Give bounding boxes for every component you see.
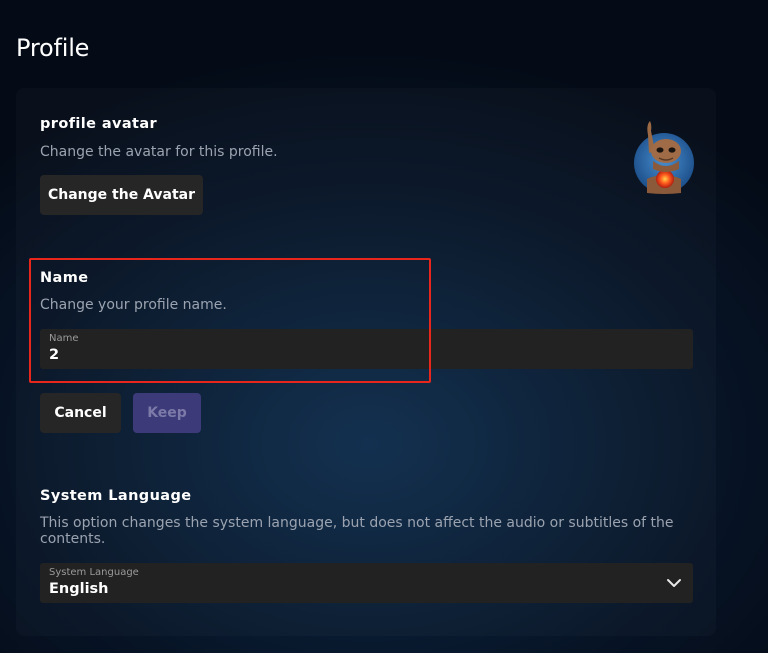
system-language-label: System Language (49, 567, 139, 578)
chevron-down-icon[interactable] (665, 574, 683, 592)
language-section-description: This option changes the system language,… (40, 515, 674, 547)
name-field-label: Name (49, 333, 79, 344)
name-field-value[interactable]: 2 (49, 346, 59, 364)
alien-character-avatar-icon (634, 121, 694, 194)
name-field[interactable]: Name 2 (40, 329, 693, 369)
change-avatar-button[interactable]: Change the Avatar (40, 175, 203, 215)
name-section-title: Name (40, 270, 89, 286)
avatar-section-title: profile avatar (40, 116, 158, 132)
keep-button[interactable]: Keep (133, 393, 201, 433)
page-title: Profile (16, 34, 90, 62)
cancel-button[interactable]: Cancel (40, 393, 121, 433)
language-section-title: System Language (40, 488, 192, 504)
avatar (633, 121, 695, 195)
avatar-section-description: Change the avatar for this profile. (40, 144, 278, 160)
system-language-value: English (49, 581, 109, 597)
name-section-description: Change your profile name. (40, 297, 227, 313)
system-language-select[interactable]: System Language English (40, 563, 693, 603)
